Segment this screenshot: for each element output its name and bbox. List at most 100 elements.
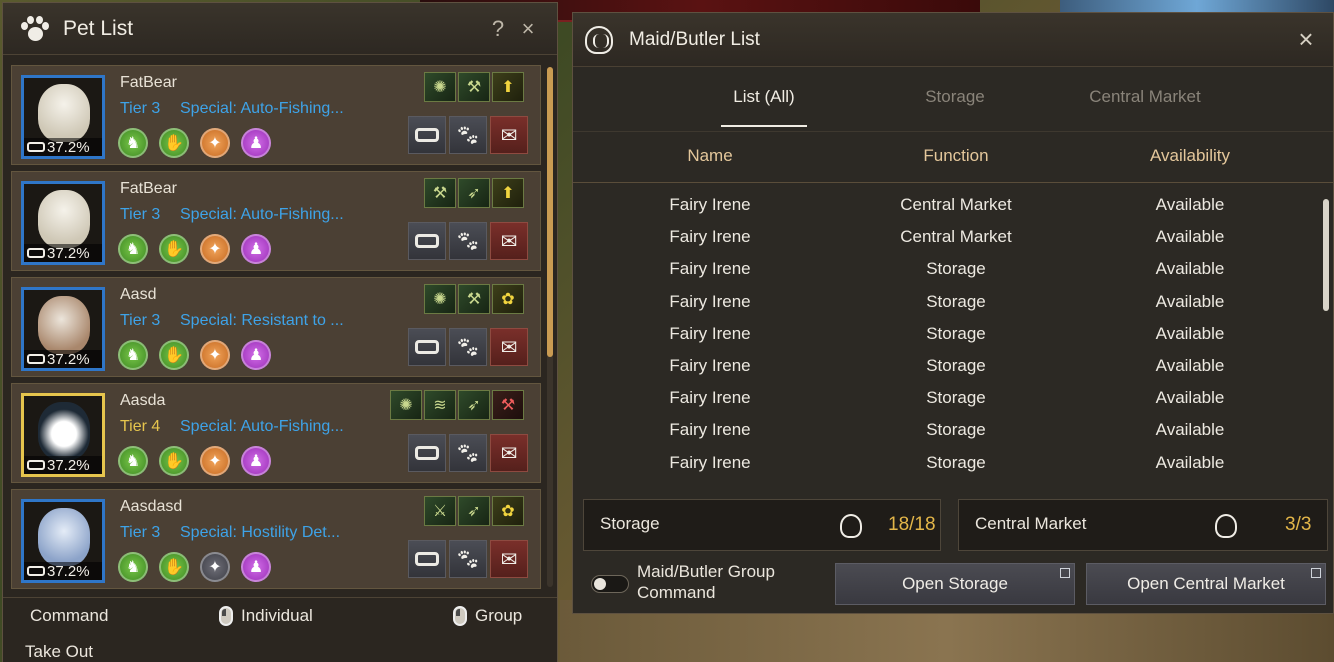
box-icon: ✉	[500, 230, 518, 253]
group-command-label: Maid/Butler Group Command	[637, 562, 775, 602]
pet-tier: Tier 3	[120, 100, 161, 117]
pet-command-button[interactable]: 🐾︎	[449, 116, 487, 154]
maid-list-scrollbar[interactable]	[1323, 199, 1329, 311]
tab-storage[interactable]: Storage	[895, 87, 1015, 107]
pet-card[interactable]: 37.2% Aasd Tier 3 Special: Resistant to ...…	[11, 277, 541, 377]
level-up-icon[interactable]: ⬆	[492, 72, 524, 102]
pet-command-button[interactable]: 🐾︎	[449, 328, 487, 366]
pet-skill-icon[interactable]: ♟	[241, 552, 271, 582]
pet-card[interactable]: 37.2% Aasdasd Tier 3 Special: Hostility Det…	[11, 489, 541, 589]
pickaxe-icon[interactable]: ⚒	[458, 72, 490, 102]
tab-list-all[interactable]: List (All)	[721, 87, 807, 107]
pet-portrait[interactable]: 37.2%	[21, 287, 105, 371]
axe-icon[interactable]: ⚔	[424, 496, 456, 526]
take-out-button[interactable]: Take Out	[25, 642, 93, 662]
pet-skill-icon[interactable]: ♞	[118, 446, 148, 476]
pet-command-button[interactable]: 🐾︎	[449, 540, 487, 578]
pet-special-skill: Special: Hostility Det...	[180, 524, 341, 541]
table-row[interactable]: Fairy Irene Storage Available	[573, 414, 1333, 446]
group-command[interactable]: Group	[453, 606, 522, 627]
table-row[interactable]: Fairy Irene Storage Available	[573, 350, 1333, 382]
pet-skill-icon[interactable]: ♞	[118, 234, 148, 264]
seal-button[interactable]: ✉	[490, 222, 528, 260]
seal-button[interactable]: ✉	[490, 328, 528, 366]
table-row[interactable]: Fairy Irene Central Market Available	[573, 221, 1333, 253]
pet-list-scrollbar[interactable]	[547, 67, 553, 587]
table-row[interactable]: Fairy Irene Storage Available	[573, 253, 1333, 285]
storage-summary-label: Storage	[600, 514, 660, 533]
scorpion-icon[interactable]: ✺	[390, 390, 422, 420]
table-row[interactable]: Fairy Irene Storage Available	[573, 382, 1333, 414]
column-availability: Availability	[1149, 146, 1230, 165]
pet-portrait[interactable]: 37.2%	[21, 181, 105, 265]
pet-card[interactable]: 37.2% FatBear Tier 3 Special: Auto-Fishing.…	[11, 65, 541, 165]
pet-skill-icon[interactable]: ✦	[200, 446, 230, 476]
pet-skill-icon[interactable]: ♟	[241, 234, 271, 264]
pet-skill-icon[interactable]: ✦	[200, 234, 230, 264]
table-row[interactable]: Fairy Irene Storage Available	[573, 447, 1333, 479]
pet-skill-icon[interactable]: ✋	[159, 552, 189, 582]
pet-skill-icon[interactable]: ♟	[241, 128, 271, 158]
maid-availability: Available	[1155, 355, 1225, 375]
maid-name: Fairy Irene	[669, 323, 751, 343]
tab-central-market[interactable]: Central Market	[1075, 87, 1215, 107]
pet-skill-icon[interactable]: ✦	[200, 340, 230, 370]
feed-button[interactable]	[408, 222, 446, 260]
help-icon[interactable]: ?	[483, 16, 513, 42]
pet-skill-icon[interactable]: ✋	[159, 340, 189, 370]
pet-list-scroll-thumb[interactable]	[547, 67, 553, 357]
seal-button[interactable]: ✉	[490, 434, 528, 472]
individual-command[interactable]: Individual	[219, 606, 313, 627]
pet-skill-icon[interactable]: ♟	[241, 340, 271, 370]
open-central-market-button[interactable]: Open Central Market	[1086, 563, 1326, 605]
table-row[interactable]: Fairy Irene Storage Available	[573, 286, 1333, 318]
pet-skill-icon[interactable]: ✦	[200, 552, 230, 582]
pet-portrait[interactable]: 37.2%	[21, 499, 105, 583]
group-command-toggle[interactable]	[591, 575, 629, 593]
maid-function: Central Market	[900, 227, 1012, 247]
feed-button[interactable]	[408, 540, 446, 578]
feed-button[interactable]	[408, 434, 446, 472]
pickaxe-icon[interactable]: ⚒	[424, 178, 456, 208]
pet-command-button[interactable]: 🐾︎	[449, 222, 487, 260]
close-icon[interactable]: ×	[1291, 24, 1321, 55]
column-function: Function	[923, 146, 989, 165]
wing-icon[interactable]: ➶	[458, 178, 490, 208]
table-row[interactable]: Fairy Irene Storage Available	[573, 318, 1333, 350]
pet-card[interactable]: 37.2% Aasda Tier 4 Special: Auto-Fishing...…	[11, 383, 541, 483]
pet-skill-icon[interactable]: ♞	[118, 128, 148, 158]
maid-butler-title: Maid/Butler List	[629, 28, 760, 50]
pet-portrait[interactable]: 37.2%	[21, 75, 105, 159]
background-glow	[1060, 0, 1334, 12]
pet-skill-icon[interactable]: ♟	[241, 446, 271, 476]
pet-skill-icon[interactable]: ✋	[159, 128, 189, 158]
pet-skill-icon[interactable]: ✦	[200, 128, 230, 158]
wing-icon[interactable]: ➶	[458, 390, 490, 420]
scorpion-icon[interactable]: ✺	[424, 72, 456, 102]
maid-availability: Available	[1155, 259, 1225, 279]
gather-icon[interactable]: ✿	[492, 284, 524, 314]
pet-skill-icon[interactable]: ♞	[118, 552, 148, 582]
open-storage-button[interactable]: Open Storage	[835, 563, 1075, 605]
seal-button[interactable]: ✉	[490, 116, 528, 154]
seal-button[interactable]: ✉	[490, 540, 528, 578]
maid-butler-header: Maid/Butler List ×	[573, 13, 1333, 67]
pet-portrait[interactable]: 37.2%	[21, 393, 105, 477]
pet-card[interactable]: 37.2% FatBear Tier 3 Special: Auto-Fishing.…	[11, 171, 541, 271]
pet-command-button[interactable]: 🐾︎	[449, 434, 487, 472]
pet-skill-icon[interactable]: ✋	[159, 446, 189, 476]
pet-list: 37.2% FatBear Tier 3 Special: Auto-Fishing.…	[11, 65, 543, 591]
wave-icon[interactable]: ≋	[424, 390, 456, 420]
pet-skill-icon[interactable]: ♞	[118, 340, 148, 370]
pickaxe-icon[interactable]: ⚒	[458, 284, 490, 314]
pickaxe-red-icon[interactable]: ⚒	[492, 390, 524, 420]
table-row[interactable]: Fairy Irene Central Market Available	[573, 189, 1333, 221]
close-icon[interactable]: ×	[513, 16, 543, 42]
gather-icon[interactable]: ✿	[492, 496, 524, 526]
wing-icon[interactable]: ➶	[458, 496, 490, 526]
feed-button[interactable]	[408, 116, 446, 154]
feed-button[interactable]	[408, 328, 446, 366]
level-up-icon[interactable]: ⬆	[492, 178, 524, 208]
scorpion-icon[interactable]: ✺	[424, 284, 456, 314]
pet-skill-icon[interactable]: ✋	[159, 234, 189, 264]
